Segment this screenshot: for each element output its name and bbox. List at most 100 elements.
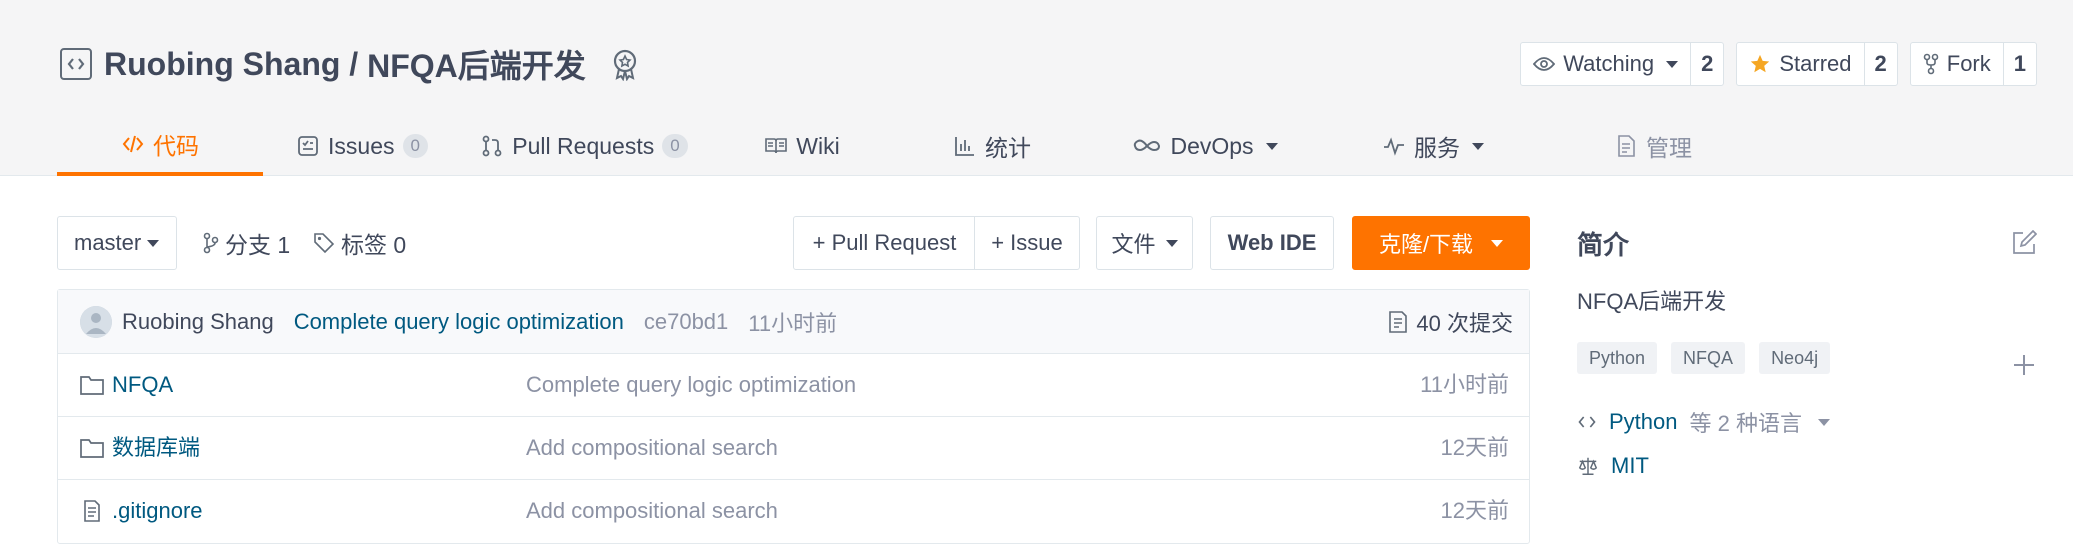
pull-requests-count-badge: 0 xyxy=(662,134,688,158)
commit-message-link[interactable]: Complete query logic optimization xyxy=(294,309,624,335)
commit-count-label: 40 次提交 xyxy=(1416,311,1513,336)
file-commit-message[interactable]: Add compositional search xyxy=(526,480,778,542)
repo-name-link[interactable]: NFQA后端开发 xyxy=(367,41,586,87)
list-item: .gitignore Add compositional search 12天前 xyxy=(58,480,1529,543)
tab-devops-label: DevOps xyxy=(1170,132,1254,159)
file-commit-time: 12天前 xyxy=(1440,498,1509,523)
pull-request-icon xyxy=(482,135,502,157)
topic-tag[interactable]: Python xyxy=(1577,342,1658,374)
chevron-down-icon xyxy=(1491,239,1504,247)
chevron-down-icon xyxy=(147,239,160,247)
tags-label: 标签 0 xyxy=(341,232,407,258)
award-badge-icon[interactable] xyxy=(608,47,642,81)
topic-tags: Python NFQA Neo4j xyxy=(1577,342,2037,374)
chevron-down-icon xyxy=(1817,418,1830,426)
tab-code[interactable]: 代码 xyxy=(57,116,263,176)
commit-hash-link[interactable]: ce70bd1 xyxy=(644,309,728,335)
tab-wiki-label: Wiki xyxy=(796,132,840,159)
code-icon xyxy=(122,135,144,153)
add-topic-icon[interactable] xyxy=(2011,352,2037,378)
repo-actions: Watching 2 Starred 2 Fork 1 xyxy=(1520,42,2037,86)
star-icon xyxy=(1751,54,1770,73)
repo-owner-link[interactable]: Ruobing Shang xyxy=(104,46,340,83)
watch-count[interactable]: 2 xyxy=(1691,43,1723,85)
star-count[interactable]: 2 xyxy=(1865,43,1897,85)
folder-icon xyxy=(80,376,104,395)
chevron-down-icon xyxy=(1265,142,1278,150)
file-name-link[interactable]: NFQA xyxy=(112,354,173,416)
tab-wiki[interactable]: Wiki xyxy=(707,116,897,176)
languages-link[interactable]: Python 等 2 种语言 xyxy=(1577,406,2037,438)
document-icon xyxy=(1618,135,1635,157)
repo-description: NFQA后端开发 xyxy=(1577,289,1727,314)
issue-icon xyxy=(298,136,318,156)
branches-link[interactable]: 分支 1 xyxy=(203,216,290,270)
repo-code-icon xyxy=(60,48,92,80)
tab-issues[interactable]: Issues 0 xyxy=(263,116,461,176)
primary-language: Python xyxy=(1609,409,1678,434)
watch-label: Watching xyxy=(1563,51,1655,76)
edit-icon[interactable] xyxy=(2011,230,2037,256)
tab-pull-requests-label: Pull Requests xyxy=(512,132,655,159)
tab-pull-requests[interactable]: Pull Requests 0 xyxy=(461,116,707,176)
code-icon xyxy=(1578,416,1596,428)
tab-services[interactable]: 服务 xyxy=(1323,116,1543,176)
chart-icon xyxy=(955,137,974,156)
clone-download-button[interactable]: 克隆/下载 xyxy=(1352,216,1530,270)
tab-devops[interactable]: DevOps xyxy=(1087,116,1323,176)
topic-tag[interactable]: Neo4j xyxy=(1759,342,1831,374)
file-icon xyxy=(84,500,100,522)
commit-count-link[interactable]: 40 次提交 xyxy=(1388,290,1513,354)
fork-button[interactable]: Fork 1 xyxy=(1909,42,2037,86)
file-commit-message[interactable]: Add compositional search xyxy=(526,417,778,479)
sidebar-title: 简介 xyxy=(1577,229,1630,260)
tab-statistics-label: 统计 xyxy=(985,135,1031,161)
languages-more: 等 2 种语言 xyxy=(1689,411,1802,436)
watch-button[interactable]: Watching 2 xyxy=(1520,42,1725,86)
avatar[interactable] xyxy=(80,305,112,338)
branch-select-value: master xyxy=(74,230,142,255)
web-ide-button[interactable]: Web IDE xyxy=(1210,216,1334,270)
repo-header: Ruobing Shang / NFQA后端开发 Watching 2 Star… xyxy=(0,0,2073,176)
repo-sidebar: 简介 NFQA后端开发 Python NFQA Neo4j Python 等 2… xyxy=(1577,216,2037,482)
issues-count-badge: 0 xyxy=(402,134,428,158)
repo-nav-tabs: 代码 Issues 0 Pull Requests 0 Wiki 统计 DevO… xyxy=(57,116,2037,176)
tags-link[interactable]: 标签 0 xyxy=(313,216,406,270)
files-label: 文件 xyxy=(1111,232,1156,257)
book-icon xyxy=(765,138,788,154)
file-list-panel: Ruobing Shang Complete query logic optim… xyxy=(57,289,1530,544)
infinity-icon xyxy=(1134,139,1161,152)
repo-separator: / xyxy=(340,45,368,82)
chevron-down-icon xyxy=(1165,239,1178,247)
fork-count[interactable]: 1 xyxy=(2004,43,2036,85)
branch-select[interactable]: master xyxy=(57,216,177,270)
license-label: MIT xyxy=(1611,453,1649,478)
list-item: 数据库端 Add compositional search 12天前 xyxy=(58,417,1529,480)
branch-icon xyxy=(203,232,219,254)
pulse-icon xyxy=(1384,137,1404,156)
tab-services-label: 服务 xyxy=(1414,135,1460,161)
star-button[interactable]: Starred 2 xyxy=(1736,42,1898,86)
license-link[interactable]: MIT xyxy=(1577,450,2037,482)
file-name-link[interactable]: .gitignore xyxy=(112,480,203,542)
chevron-down-icon xyxy=(1472,142,1484,150)
tab-statistics[interactable]: 统计 xyxy=(897,116,1087,176)
new-issue-button[interactable]: + Issue xyxy=(974,216,1080,270)
folder-icon xyxy=(80,439,104,458)
new-pull-request-button[interactable]: + Pull Request xyxy=(793,216,976,270)
commit-author[interactable]: Ruobing Shang xyxy=(122,309,274,335)
file-commit-time: 11小时前 xyxy=(1420,372,1509,397)
file-name-link[interactable]: 数据库端 xyxy=(112,417,200,479)
tab-manage[interactable]: 管理 xyxy=(1543,116,1763,176)
topic-tag[interactable]: NFQA xyxy=(1671,342,1746,374)
fork-icon xyxy=(1923,53,1939,75)
file-commit-message[interactable]: Complete query logic optimization xyxy=(526,354,856,416)
scale-icon xyxy=(1578,457,1598,475)
tag-icon xyxy=(314,233,335,254)
star-label: Starred xyxy=(1779,51,1852,76)
fork-label: Fork xyxy=(1946,51,1991,76)
tab-issues-label: Issues xyxy=(328,132,395,159)
tab-code-label: 代码 xyxy=(153,133,199,159)
clone-download-label: 克隆/下载 xyxy=(1378,232,1474,257)
files-dropdown-button[interactable]: 文件 xyxy=(1096,216,1193,270)
